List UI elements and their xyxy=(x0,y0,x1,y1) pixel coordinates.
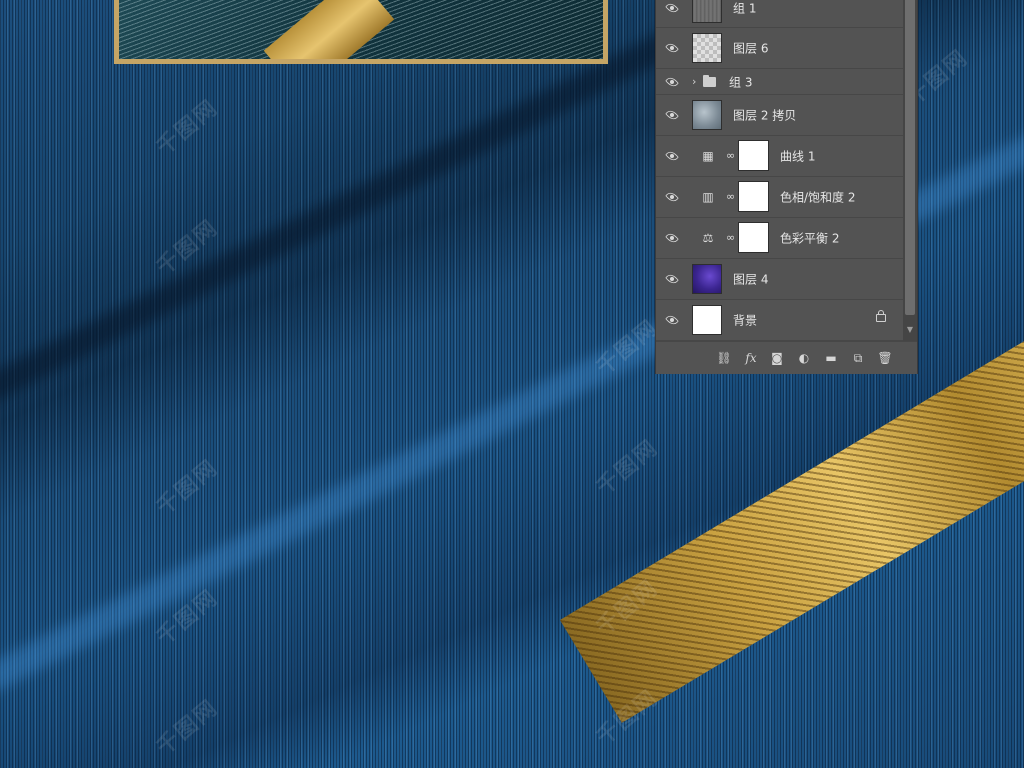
layers-panel: 组 1 图层 6 › 组 3 图层 2 拷贝 ▦ ∞ 曲线 1 ▥ ∞ 色相/饱… xyxy=(655,0,918,374)
layer-mask-thumbnail[interactable] xyxy=(738,181,769,212)
add-mask-icon[interactable]: ◙ xyxy=(769,350,785,366)
layer-thumbnail xyxy=(692,33,722,63)
layer-row[interactable]: 图层 4 xyxy=(656,259,903,300)
framed-artwork-image xyxy=(119,0,603,59)
chain-link-icon[interactable]: ∞ xyxy=(726,231,735,245)
adjustment-layer-row[interactable]: ▥ ∞ 色相/饱和度 2 xyxy=(656,177,903,218)
layer-name: 色彩平衡 2 xyxy=(780,231,840,246)
layer-name: 曲线 1 xyxy=(780,149,816,164)
chain-link-icon[interactable]: ∞ xyxy=(726,149,735,163)
background-layer-row[interactable]: 背景 xyxy=(656,300,903,341)
layer-row[interactable]: 组 1 xyxy=(656,0,903,28)
layer-name: 背景 xyxy=(733,313,758,328)
color-balance-icon: ⚖ xyxy=(702,231,714,245)
layer-name: 组 3 xyxy=(729,75,753,89)
visibility-eye-icon[interactable] xyxy=(665,110,679,120)
adjustment-layer-row[interactable]: ⚖ ∞ 色彩平衡 2 xyxy=(656,218,903,259)
visibility-eye-icon[interactable] xyxy=(665,315,679,325)
layer-name: 图层 2 拷贝 xyxy=(733,108,797,123)
visibility-eye-icon[interactable] xyxy=(665,192,679,202)
layers-panel-footer: ⛓ fx ◙ ◐ ▬ ⧉ 🗑 xyxy=(656,341,917,374)
folder-icon xyxy=(703,74,716,87)
chain-link-icon[interactable]: ∞ xyxy=(726,190,735,204)
visibility-eye-icon[interactable] xyxy=(665,3,679,13)
hue-saturation-icon: ▥ xyxy=(702,190,714,204)
layer-row[interactable]: 图层 6 xyxy=(656,28,903,69)
watermark: 千图网 xyxy=(591,435,664,501)
framed-artwork xyxy=(114,0,608,64)
watermark: 千图网 xyxy=(151,455,224,521)
delete-layer-icon[interactable]: 🗑 xyxy=(877,350,893,366)
layer-group-row[interactable]: › 组 3 xyxy=(656,69,903,95)
layer-mask-thumbnail[interactable] xyxy=(738,140,769,171)
visibility-eye-icon[interactable] xyxy=(665,43,679,53)
layer-thumbnail xyxy=(692,0,722,23)
layer-thumbnail xyxy=(692,305,722,335)
layer-name: 色相/饱和度 2 xyxy=(780,190,856,205)
new-layer-icon[interactable]: ⧉ xyxy=(850,350,866,366)
link-layers-icon[interactable]: ⛓ xyxy=(716,350,732,366)
layer-mask-thumbnail[interactable] xyxy=(738,222,769,253)
layers-scrollbar[interactable]: ▼ xyxy=(903,0,917,341)
visibility-eye-icon[interactable] xyxy=(665,233,679,243)
new-group-icon[interactable]: ▬ xyxy=(823,350,839,366)
watermark: 千图网 xyxy=(151,95,224,161)
layer-name: 图层 6 xyxy=(733,41,769,56)
layer-thumbnail xyxy=(692,264,722,294)
chevron-right-icon[interactable]: › xyxy=(692,75,696,89)
layer-name: 图层 4 xyxy=(733,272,769,287)
layer-row[interactable]: 图层 2 拷贝 xyxy=(656,95,903,136)
visibility-eye-icon[interactable] xyxy=(665,151,679,161)
artwork-gold-stroke xyxy=(263,0,395,59)
curves-icon: ▦ xyxy=(702,149,714,163)
scroll-down-arrow-icon[interactable]: ▼ xyxy=(905,325,915,335)
lock-icon[interactable] xyxy=(876,310,886,322)
adjustment-layer-row[interactable]: ▦ ∞ 曲线 1 xyxy=(656,136,903,177)
watermark: 千图网 xyxy=(151,695,224,761)
adjustment-layer-icon[interactable]: ◐ xyxy=(796,350,812,366)
fx-icon[interactable]: fx xyxy=(743,350,759,366)
scrollbar-thumb[interactable] xyxy=(905,0,915,315)
layers-list[interactable]: 组 1 图层 6 › 组 3 图层 2 拷贝 ▦ ∞ 曲线 1 ▥ ∞ 色相/饱… xyxy=(656,0,903,341)
visibility-eye-icon[interactable] xyxy=(665,77,679,87)
layer-name: 组 1 xyxy=(733,1,757,16)
visibility-eye-icon[interactable] xyxy=(665,274,679,284)
layer-thumbnail xyxy=(692,100,722,130)
